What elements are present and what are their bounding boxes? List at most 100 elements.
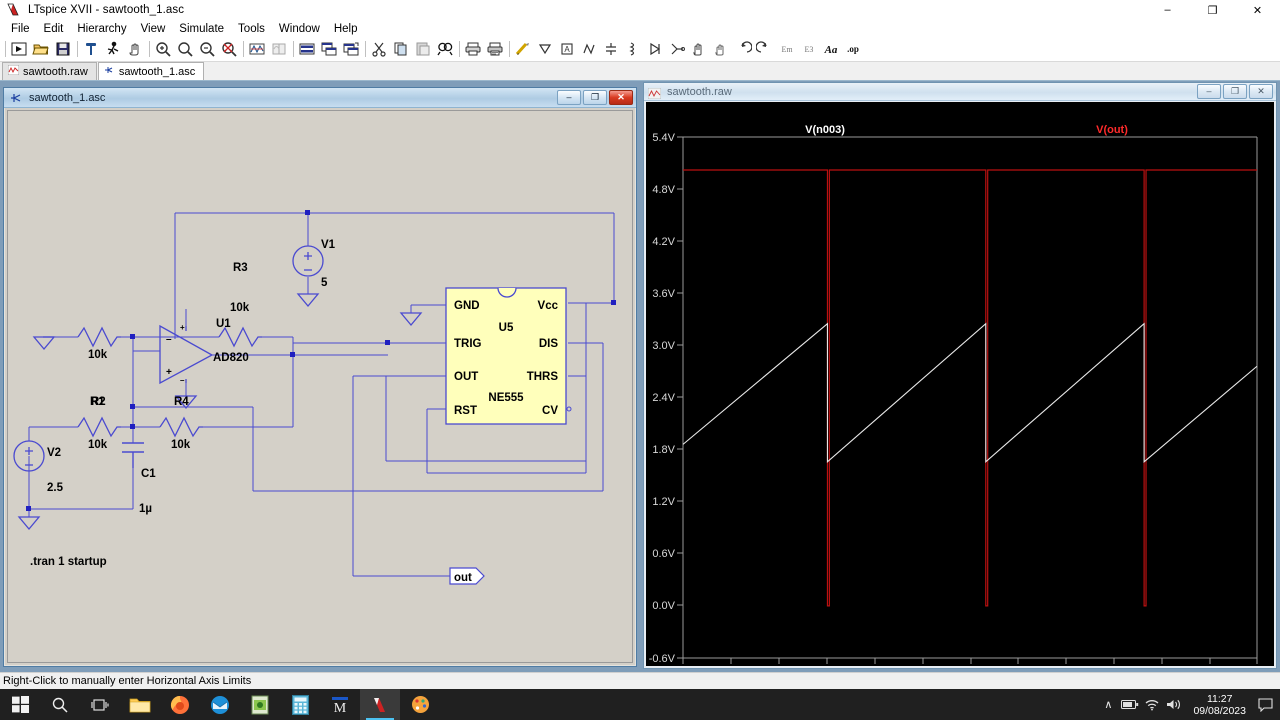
waveform-minimize-button[interactable]: – bbox=[1197, 84, 1221, 99]
wifi-icon[interactable] bbox=[1141, 689, 1163, 720]
save-icon[interactable] bbox=[52, 38, 74, 60]
label-V2-value[interactable]: 2.5 bbox=[47, 482, 64, 494]
mirror-icon[interactable]: E3 bbox=[798, 38, 820, 60]
document-app-icon[interactable] bbox=[240, 689, 280, 720]
zoom-in-icon[interactable] bbox=[152, 38, 174, 60]
waveform-maximize-button[interactable]: ❐ bbox=[1223, 84, 1247, 99]
zoom-out-icon[interactable] bbox=[196, 38, 218, 60]
copy-icon[interactable] bbox=[390, 38, 412, 60]
label-U1-value[interactable]: AD820 bbox=[213, 352, 249, 364]
tab-sawtooth-1-asc[interactable]: sawtooth_1.asc bbox=[97, 62, 205, 80]
folder-icon[interactable] bbox=[120, 689, 160, 720]
schematic-canvas[interactable]: – + + – GND TRIG OUT RST Vcc DIS THRS CV… bbox=[7, 110, 633, 663]
undo-icon[interactable] bbox=[732, 38, 754, 60]
zoom-area-icon[interactable] bbox=[174, 38, 196, 60]
autorange-icon[interactable] bbox=[296, 38, 318, 60]
tab-sawtooth-raw[interactable]: sawtooth.raw bbox=[2, 62, 97, 80]
print-preview-icon[interactable] bbox=[484, 38, 506, 60]
taskbar-clock[interactable]: 11:27 09/08/2023 bbox=[1185, 689, 1254, 720]
capacitor-icon[interactable] bbox=[600, 38, 622, 60]
net-label-icon[interactable]: A bbox=[556, 38, 578, 60]
schematic-close-button[interactable]: ✕ bbox=[609, 90, 633, 105]
inductor-icon[interactable] bbox=[622, 38, 644, 60]
legend-vn003[interactable]: V(n003) bbox=[805, 124, 845, 136]
label-R1-value[interactable]: 10k bbox=[88, 349, 108, 361]
start-button[interactable] bbox=[0, 689, 40, 720]
paint-icon[interactable] bbox=[400, 689, 440, 720]
menu-bar: File Edit Hierarchy View Simulate Tools … bbox=[0, 20, 1280, 37]
redo-icon[interactable] bbox=[754, 38, 776, 60]
label-R2-value[interactable]: 10k bbox=[88, 439, 108, 451]
tile-vertical-icon[interactable] bbox=[340, 38, 362, 60]
label-R4-value[interactable]: 10k bbox=[171, 439, 191, 451]
text-icon[interactable]: Aa bbox=[820, 38, 842, 60]
waveform-close-button[interactable]: ✕ bbox=[1249, 84, 1273, 99]
open-icon[interactable] bbox=[30, 38, 52, 60]
maximize-button[interactable]: ❐ bbox=[1190, 0, 1235, 20]
task-view-icon[interactable] bbox=[80, 689, 120, 720]
label-V1-name[interactable]: V1 bbox=[321, 239, 336, 251]
ltspice-icon[interactable] bbox=[360, 689, 400, 720]
y-tick-label: 2.4V bbox=[652, 392, 675, 404]
menu-help[interactable]: Help bbox=[327, 22, 365, 36]
component-icon[interactable] bbox=[666, 38, 688, 60]
spice-directive-text[interactable]: .tran 1 startup bbox=[30, 556, 107, 568]
label-R3-name[interactable]: R3 bbox=[233, 262, 248, 274]
pan-hand-icon[interactable] bbox=[124, 38, 146, 60]
net-label-out[interactable]: out bbox=[449, 567, 485, 585]
find-icon[interactable] bbox=[434, 38, 456, 60]
menu-window[interactable]: Window bbox=[272, 22, 327, 36]
schematic-minimize-button[interactable]: – bbox=[557, 90, 581, 105]
tile-horizontal-icon[interactable] bbox=[318, 38, 340, 60]
label-U1-name[interactable]: U1 bbox=[216, 318, 231, 330]
resistor-icon[interactable] bbox=[578, 38, 600, 60]
half-waveform-icon[interactable] bbox=[268, 38, 290, 60]
menu-edit[interactable]: Edit bbox=[37, 22, 71, 36]
move-icon[interactable] bbox=[688, 38, 710, 60]
menu-view[interactable]: View bbox=[134, 22, 173, 36]
print-icon[interactable] bbox=[462, 38, 484, 60]
rotate-icon[interactable]: Em bbox=[776, 38, 798, 60]
battery-icon[interactable] bbox=[1119, 689, 1141, 720]
draw-wire-icon[interactable] bbox=[512, 38, 534, 60]
ic-refdes-label[interactable]: U5 bbox=[499, 322, 514, 334]
search-icon[interactable] bbox=[40, 689, 80, 720]
drag-icon[interactable] bbox=[710, 38, 732, 60]
calculator-icon[interactable] bbox=[280, 689, 320, 720]
cut-icon[interactable] bbox=[368, 38, 390, 60]
notification-icon[interactable] bbox=[1254, 689, 1276, 720]
menu-simulate[interactable]: Simulate bbox=[172, 22, 231, 36]
zoom-back-icon[interactable] bbox=[218, 38, 240, 60]
menu-tools[interactable]: Tools bbox=[231, 22, 272, 36]
waveform-plot-pane[interactable]: V(n003) V(out) 5.4V 4.8V 4.2V 3.6V 3.0V … bbox=[646, 102, 1274, 666]
schematic-maximize-button[interactable]: ❐ bbox=[583, 90, 607, 105]
volume-icon[interactable] bbox=[1163, 689, 1185, 720]
label-C1-name[interactable]: C1 bbox=[141, 468, 156, 480]
label-R3-value[interactable]: 10k bbox=[230, 302, 250, 314]
menu-file[interactable]: File bbox=[4, 22, 37, 36]
label-C1-value[interactable]: 1µ bbox=[139, 503, 152, 515]
hammer-icon[interactable] bbox=[80, 38, 102, 60]
label-V2-name[interactable]: V2 bbox=[47, 447, 61, 459]
legend-vout[interactable]: V(out) bbox=[1096, 124, 1128, 136]
run-man-icon[interactable] bbox=[102, 38, 124, 60]
ic-part-label[interactable]: NE555 bbox=[488, 392, 524, 404]
label-R2-name[interactable]: R2 bbox=[91, 396, 106, 408]
paste-icon[interactable] bbox=[412, 38, 434, 60]
mathcad-icon[interactable]: M bbox=[320, 689, 360, 720]
window-controls: – ❐ ✕ bbox=[1145, 0, 1280, 20]
ground-icon[interactable] bbox=[534, 38, 556, 60]
close-button[interactable]: ✕ bbox=[1235, 0, 1280, 20]
label-V1-value[interactable]: 5 bbox=[321, 277, 328, 289]
waveform-icon[interactable] bbox=[246, 38, 268, 60]
spice-directive-icon[interactable]: .op bbox=[842, 38, 864, 60]
menu-hierarchy[interactable]: Hierarchy bbox=[70, 22, 133, 36]
chevron-up-icon[interactable]: ∧ bbox=[1097, 689, 1119, 720]
minimize-button[interactable]: – bbox=[1145, 0, 1190, 20]
firefox-icon[interactable] bbox=[160, 689, 200, 720]
label-R4-name[interactable]: R4 bbox=[174, 396, 189, 408]
diode-icon[interactable] bbox=[644, 38, 666, 60]
waveform-plot: V(n003) V(out) 5.4V 4.8V 4.2V 3.6V 3.0V … bbox=[646, 102, 1274, 666]
run-icon[interactable] bbox=[8, 38, 30, 60]
thunderbird-icon[interactable] bbox=[200, 689, 240, 720]
